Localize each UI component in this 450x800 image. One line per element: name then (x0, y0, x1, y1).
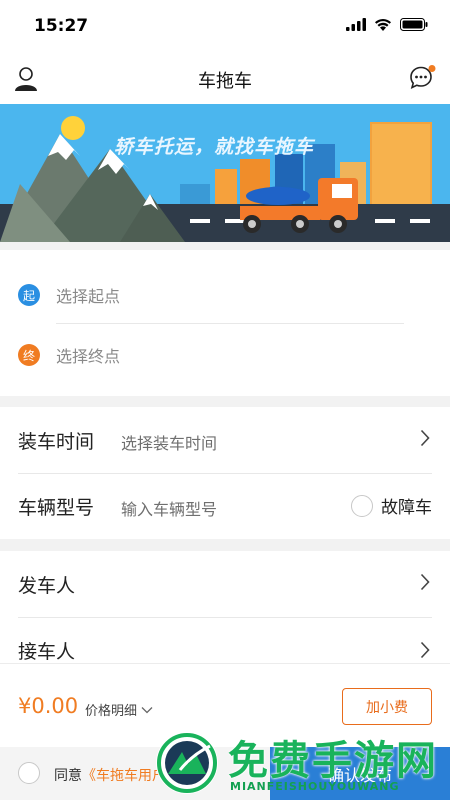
end-point-field[interactable]: 终 选择终点 (18, 343, 120, 367)
status-icons (346, 18, 428, 31)
page-title: 车拖车 (198, 71, 252, 92)
status-bar: 15:27 (0, 0, 450, 54)
vehicle-model-input[interactable]: 输入车辆型号 (121, 496, 217, 520)
add-tip-button[interactable]: 加小费 (342, 688, 432, 725)
agreement-text: 同意《车拖车用户协议》 (54, 765, 208, 785)
banner-slogan: 轿车托运，就找车拖车 (114, 136, 315, 158)
vehicle-info-card: 装车时间 选择装车时间 车辆型号 输入车辆型号 故障车 (0, 407, 450, 539)
status-time: 15:27 (34, 16, 89, 36)
start-badge: 起 (18, 284, 40, 306)
fault-vehicle-radio[interactable] (351, 494, 373, 517)
sender-row[interactable]: 发车人 (0, 551, 450, 617)
sender-label: 发车人 (18, 575, 76, 597)
battery-icon (400, 18, 428, 31)
load-time-placeholder: 选择装车时间 (121, 434, 218, 453)
agreement-prefix: 同意 (54, 768, 82, 784)
vehicle-model-label: 车辆型号 (18, 497, 95, 519)
fault-vehicle-label: 故障车 (381, 498, 432, 518)
promo-banner[interactable]: 轿车托运，就找车拖车 (0, 104, 450, 242)
wifi-icon (375, 19, 391, 31)
receiver-label: 接车人 (18, 641, 76, 663)
vehicle-model-row: 车辆型号 输入车辆型号 故障车 (0, 473, 450, 539)
chevron-down-icon (141, 706, 153, 713)
nav-bar: 车拖车 (0, 54, 450, 104)
chevron-right-icon (420, 429, 430, 447)
bottom-bar: 同意《车拖车用户协议》 确认发布 (0, 747, 450, 800)
message-icon[interactable] (408, 64, 436, 96)
end-badge: 终 (18, 344, 40, 366)
fault-vehicle-toggle[interactable]: 故障车 (351, 493, 432, 518)
agreement-link[interactable]: 《车拖车用户协议》 (82, 768, 208, 784)
route-divider (56, 323, 404, 324)
price-detail-toggle[interactable]: 价格明细 (85, 700, 153, 719)
start-point-placeholder: 选择起点 (56, 287, 121, 306)
contacts-card: 发车人 接车人 (0, 551, 450, 663)
publish-button[interactable]: 确认发布 (270, 747, 450, 800)
signal-icon (346, 18, 366, 31)
chevron-right-icon (420, 573, 430, 591)
price-detail-label: 价格明细 (85, 704, 138, 719)
price-bar: ¥0.00 价格明细 加小费 (0, 663, 450, 747)
start-point-field[interactable]: 起 选择起点 (18, 283, 120, 307)
banner-illustration (0, 104, 450, 242)
load-time-row[interactable]: 装车时间 选择装车时间 (0, 407, 450, 473)
price-amount: ¥0.00 (18, 694, 79, 718)
receiver-row[interactable]: 接车人 (0, 617, 450, 663)
end-point-placeholder: 选择终点 (56, 347, 121, 366)
route-card: 起 选择起点 终 选择终点 (0, 250, 450, 396)
agreement-radio[interactable] (18, 762, 40, 784)
load-time-label: 装车时间 (18, 431, 95, 453)
chevron-right-icon (420, 641, 430, 659)
